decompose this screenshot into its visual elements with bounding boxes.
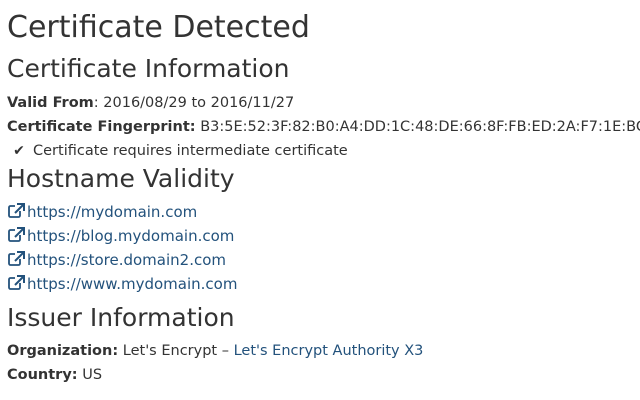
page-title: Certificate Detected — [7, 10, 310, 45]
fingerprint-value: B3:5E:52:3F:82:B0:A4:DD:1C:48:DE:66:8F:F… — [195, 119, 640, 135]
external-link-icon — [7, 250, 27, 266]
intermediate-note: Certificate requires intermediate certif… — [33, 143, 348, 159]
country-value: US — [77, 367, 103, 383]
external-link-icon — [7, 202, 27, 218]
certificate-info-heading: Certificate Information — [7, 54, 290, 83]
fingerprint-label: Certificate Fingerprint: — [7, 119, 196, 135]
authority-link[interactable]: Let's Encrypt Authority X3 — [234, 343, 424, 359]
check-icon: ✔ — [13, 143, 25, 159]
fingerprint-row: Certificate Fingerprint: B3:5E:52:3F:82:… — [7, 115, 640, 139]
hostname-item[interactable]: https://store.domain2.com — [7, 248, 640, 272]
external-link-icon — [7, 274, 27, 290]
organization-value: Let's Encrypt – — [118, 343, 234, 359]
hostname-item[interactable]: https://blog.mydomain.com — [7, 224, 640, 248]
organization-label: Organization: — [7, 343, 119, 359]
certificate-report: Certificate Detected Certificate Informa… — [0, 0, 640, 400]
hostname-link[interactable]: https://mydomain.com — [27, 203, 197, 221]
hostname-validity-heading: Hostname Validity — [7, 164, 235, 193]
intermediate-note-row: ✔ Certificate requires intermediate certi… — [7, 139, 640, 163]
hostname-item[interactable]: https://www.mydomain.com — [7, 272, 640, 296]
valid-from-row: Valid From: 2016/08/29 to 2016/11/27 — [7, 91, 640, 115]
valid-from-value: : 2016/08/29 to 2016/11/27 — [93, 95, 295, 111]
hostname-link[interactable]: https://blog.mydomain.com — [27, 227, 234, 245]
external-link-icon — [7, 226, 27, 242]
hostname-link[interactable]: https://store.domain2.com — [27, 251, 226, 269]
issuer-info-heading: Issuer Information — [7, 303, 235, 332]
country-label: Country: — [7, 367, 78, 383]
country-row: Country: US — [7, 363, 640, 387]
hostname-list: https://mydomain.com https://blog.mydoma… — [7, 200, 640, 296]
hostname-item[interactable]: https://mydomain.com — [7, 200, 640, 224]
valid-from-label: Valid From — [7, 95, 94, 111]
organization-row: Organization: Let's Encrypt – Let's Encr… — [7, 339, 640, 363]
hostname-link[interactable]: https://www.mydomain.com — [27, 275, 237, 293]
